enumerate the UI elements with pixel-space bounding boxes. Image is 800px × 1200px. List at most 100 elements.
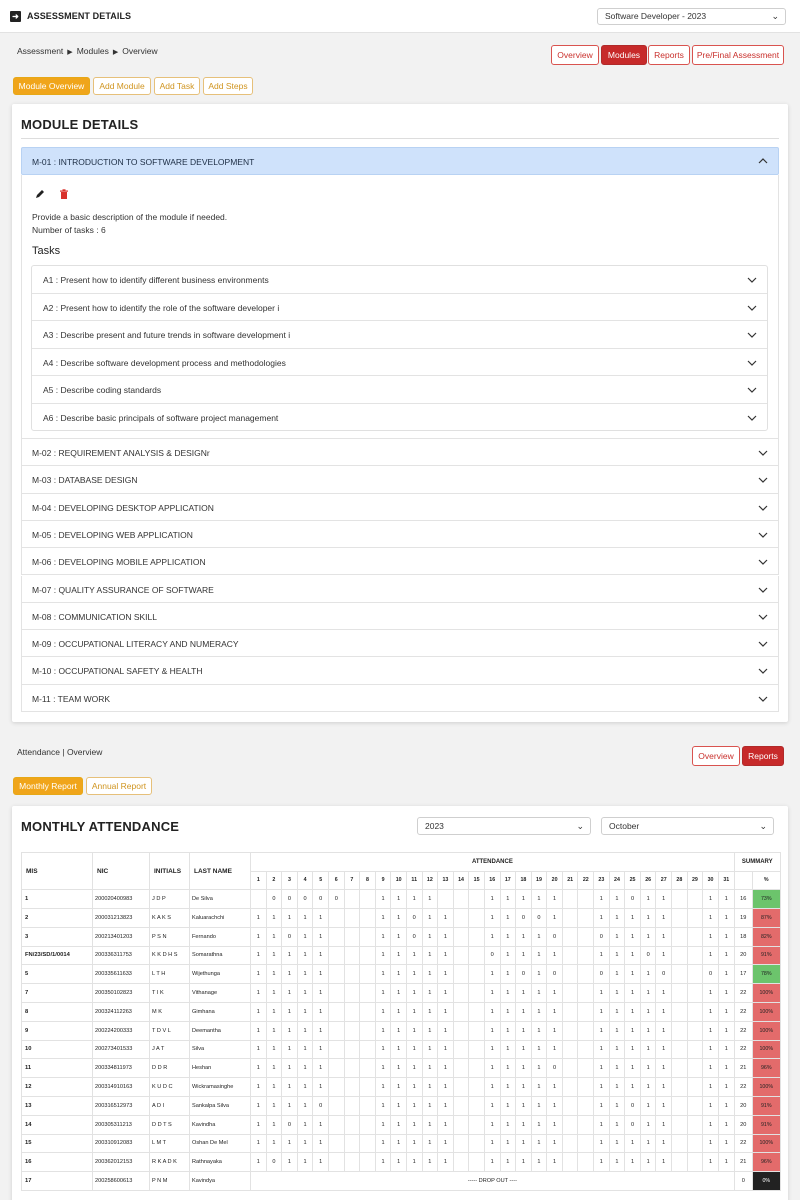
- day-cell: 1: [655, 889, 673, 909]
- day-cell: 1: [717, 1039, 735, 1060]
- course-select[interactable]: Software Developer - 2023 ⌄: [597, 8, 786, 25]
- top-bar: ➜ ASSESSMENT DETAILS Software Developer …: [0, 0, 800, 33]
- task-item[interactable]: A1 : Present how to identify different b…: [32, 266, 767, 294]
- module-accordion-m06[interactable]: M-06 : DEVELOPING MOBILE APPLICATION: [21, 548, 779, 576]
- add-steps-tab[interactable]: Add Steps: [203, 77, 253, 95]
- day-cell: 1: [390, 889, 407, 909]
- add-task-tab[interactable]: Add Task: [154, 77, 200, 95]
- module-overview-tab[interactable]: Module Overview: [13, 77, 90, 95]
- day-cell: [561, 1058, 579, 1079]
- breadcrumb-assessment[interactable]: Assessment: [17, 46, 63, 56]
- day-cell: 1: [499, 945, 517, 966]
- add-module-tab[interactable]: Add Module: [93, 77, 151, 95]
- reports-button[interactable]: Reports: [648, 45, 690, 65]
- task-item[interactable]: A6 : Describe basic principals of softwa…: [32, 404, 767, 432]
- day-cell: [686, 1114, 704, 1135]
- day-cell: 1: [437, 964, 454, 985]
- module-accordion-m04[interactable]: M-04 : DEVELOPING DESKTOP APPLICATION: [21, 493, 779, 521]
- delete-icon[interactable]: [59, 189, 69, 199]
- day-cell: 0: [624, 889, 641, 909]
- day-cell: [452, 889, 470, 909]
- day-cell: [452, 1114, 470, 1135]
- initials-cell: K U D C: [149, 1077, 190, 1097]
- day-cell: 1: [515, 1077, 532, 1097]
- attendance-row: 12 200314910163 K U D C Wickramasinghe 1 1 1 1 1…: [21, 1077, 781, 1097]
- day-cell: [577, 983, 595, 1003]
- day-cell: [577, 926, 595, 947]
- module-accordion-m09[interactable]: M-09 : OCCUPATIONAL LITERACY AND NUMERAC…: [21, 630, 779, 658]
- module-label: M-02 : REQUIREMENT ANALYSIS & DESIGNr: [32, 448, 210, 458]
- day-cell: 1: [483, 926, 501, 947]
- nic-cell: 200336311753: [92, 945, 150, 966]
- day-cell: [437, 889, 454, 909]
- day-cell: [577, 1114, 595, 1135]
- day-cell: 1: [593, 1020, 610, 1041]
- day-cell: 1: [655, 1077, 673, 1097]
- attendance-overview-button[interactable]: Overview: [692, 746, 740, 766]
- day-cell: 1: [421, 1020, 439, 1041]
- task-item[interactable]: A3 : Describe present and future trends …: [32, 321, 767, 349]
- day-cell: 1: [405, 1133, 423, 1154]
- day-cell: 1: [702, 1133, 719, 1154]
- exit-icon[interactable]: ➜: [10, 11, 21, 22]
- task-item[interactable]: A5 : Describe coding standards: [32, 376, 767, 404]
- day-cell: 0: [702, 964, 719, 985]
- annual-report-tab[interactable]: Annual Report: [86, 777, 152, 795]
- day-cell: [561, 983, 579, 1003]
- year-select[interactable]: 2023 ⌄: [417, 817, 591, 835]
- chevron-down-icon: [758, 505, 768, 511]
- day-cell: [359, 889, 376, 909]
- day-cell: 1: [296, 907, 314, 928]
- overview-button[interactable]: Overview: [551, 45, 599, 65]
- month-select[interactable]: October ⌄: [601, 817, 774, 835]
- day-cell: 1: [608, 926, 626, 947]
- modules-button[interactable]: Modules: [601, 45, 647, 65]
- day-cell: 1: [374, 964, 392, 985]
- day-cell: 1: [421, 1077, 439, 1097]
- day-cell: 1: [374, 1001, 392, 1022]
- day-cell: 1: [265, 1095, 283, 1116]
- module-accordion-m05[interactable]: M-05 : DEVELOPING WEB APPLICATION: [21, 520, 779, 549]
- day-cell: [671, 1152, 688, 1173]
- day-cell: 1: [530, 964, 548, 985]
- module-accordion-m03[interactable]: M-03 : DATABASE DESIGN: [21, 466, 779, 494]
- day-cell: [343, 1152, 361, 1173]
- day-cell: 1: [483, 1152, 501, 1173]
- day-cell: 1: [405, 1058, 423, 1079]
- module-accordion-m02[interactable]: M-02 : REQUIREMENT ANALYSIS & DESIGNr: [21, 439, 779, 467]
- day-cell: 1: [312, 964, 329, 985]
- module-accordion-m10[interactable]: M-10 : OCCUPATIONAL SAFETY & HEALTH: [21, 657, 779, 685]
- day-cell: [343, 1039, 361, 1060]
- task-item[interactable]: A4 : Describe software development proce…: [32, 349, 767, 376]
- day-cell: 1: [250, 1114, 267, 1135]
- pre-final-assessment-button[interactable]: Pre/Final Assessment: [692, 45, 784, 65]
- breadcrumb-modules[interactable]: Modules: [77, 46, 109, 56]
- module-accordion-m08[interactable]: M-08 : COMMUNICATION SKILL: [21, 602, 779, 631]
- day-cell: 1: [530, 945, 548, 966]
- day-cell: 1: [499, 1133, 517, 1154]
- day-cell: 1: [312, 1039, 329, 1060]
- day-cell: 1: [405, 1095, 423, 1116]
- edit-icon[interactable]: [35, 189, 45, 199]
- day-cell: 1: [515, 1020, 532, 1041]
- day-cell: 1: [281, 983, 298, 1003]
- module-accordion-m11[interactable]: M-11 : TEAM WORK: [21, 684, 779, 712]
- day-cell: 1: [655, 1001, 673, 1022]
- day-cell: 1: [374, 907, 392, 928]
- day-cell: 1: [312, 1133, 329, 1154]
- day-cell: [671, 1020, 688, 1041]
- day-cell: [686, 889, 704, 909]
- day-cell: 1: [515, 983, 532, 1003]
- day-cell: [671, 983, 688, 1003]
- attendance-reports-button[interactable]: Reports: [742, 746, 784, 766]
- day-cell: 1: [296, 926, 314, 947]
- day-cell: [343, 1114, 361, 1135]
- module-accordion-m01-header[interactable]: M-01 : INTRODUCTION TO SOFTWARE DEVELOPM…: [21, 147, 779, 175]
- day-cell: [561, 1020, 579, 1041]
- day-cell: 1: [546, 983, 563, 1003]
- module-accordion-m07[interactable]: M-07 : QUALITY ASSURANCE OF SOFTWARE: [21, 575, 779, 603]
- task-item[interactable]: A2 : Present how to identify the role of…: [32, 294, 767, 321]
- monthly-report-tab[interactable]: Monthly Report: [13, 777, 83, 795]
- day-cell: 1: [499, 1058, 517, 1079]
- day-cell: 0: [312, 889, 329, 909]
